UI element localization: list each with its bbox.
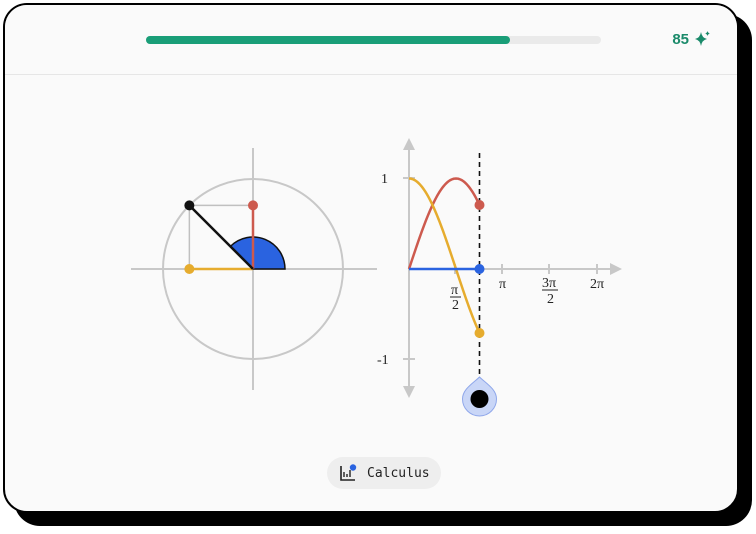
- graph-theta-point: [474, 264, 485, 274]
- drag-handle-knob[interactable]: [470, 390, 489, 408]
- radius-line: [188, 204, 254, 270]
- x-label-two-pi: 2π: [590, 277, 604, 292]
- svg-text:2: 2: [452, 298, 459, 313]
- graph-cosine-point: [474, 327, 485, 338]
- y-label-minus-one: -1: [377, 353, 389, 368]
- x-label-three-half-pi: 3π 2: [542, 276, 558, 307]
- graph-icon: [340, 464, 357, 481]
- lesson-card: 85 1 -1 π 2 π 3π 2 2π Calculus: [3, 3, 739, 513]
- x-axis-arrow-right: [610, 263, 622, 275]
- trig-visualization: 1 -1 π 2 π 3π 2 2π: [131, 138, 622, 417]
- y-axis-arrow-up: [403, 138, 415, 150]
- topic-chip[interactable]: Calculus: [327, 457, 441, 489]
- circle-point-handle[interactable]: [184, 200, 195, 211]
- topic-chip-label: Calculus: [367, 465, 430, 481]
- sine-point: [248, 200, 258, 211]
- sine-curve: [407, 177, 481, 270]
- svg-text:π: π: [451, 283, 458, 298]
- y-label-one: 1: [381, 172, 388, 187]
- cosine-point: [184, 264, 195, 274]
- function-graph-panel: 1 -1 π 2 π 3π 2 2π: [377, 138, 622, 417]
- unit-circle-panel: [131, 148, 377, 390]
- x-label-pi: π: [499, 277, 506, 292]
- y-axis-arrow-down: [403, 386, 415, 398]
- cosine-curve: [408, 177, 481, 334]
- graph-sine-point: [474, 200, 485, 211]
- svg-text:3π: 3π: [542, 276, 556, 291]
- theta-drag-handle[interactable]: [461, 376, 498, 417]
- svg-text:2: 2: [547, 292, 554, 307]
- x-label-half-pi: π 2: [450, 283, 461, 313]
